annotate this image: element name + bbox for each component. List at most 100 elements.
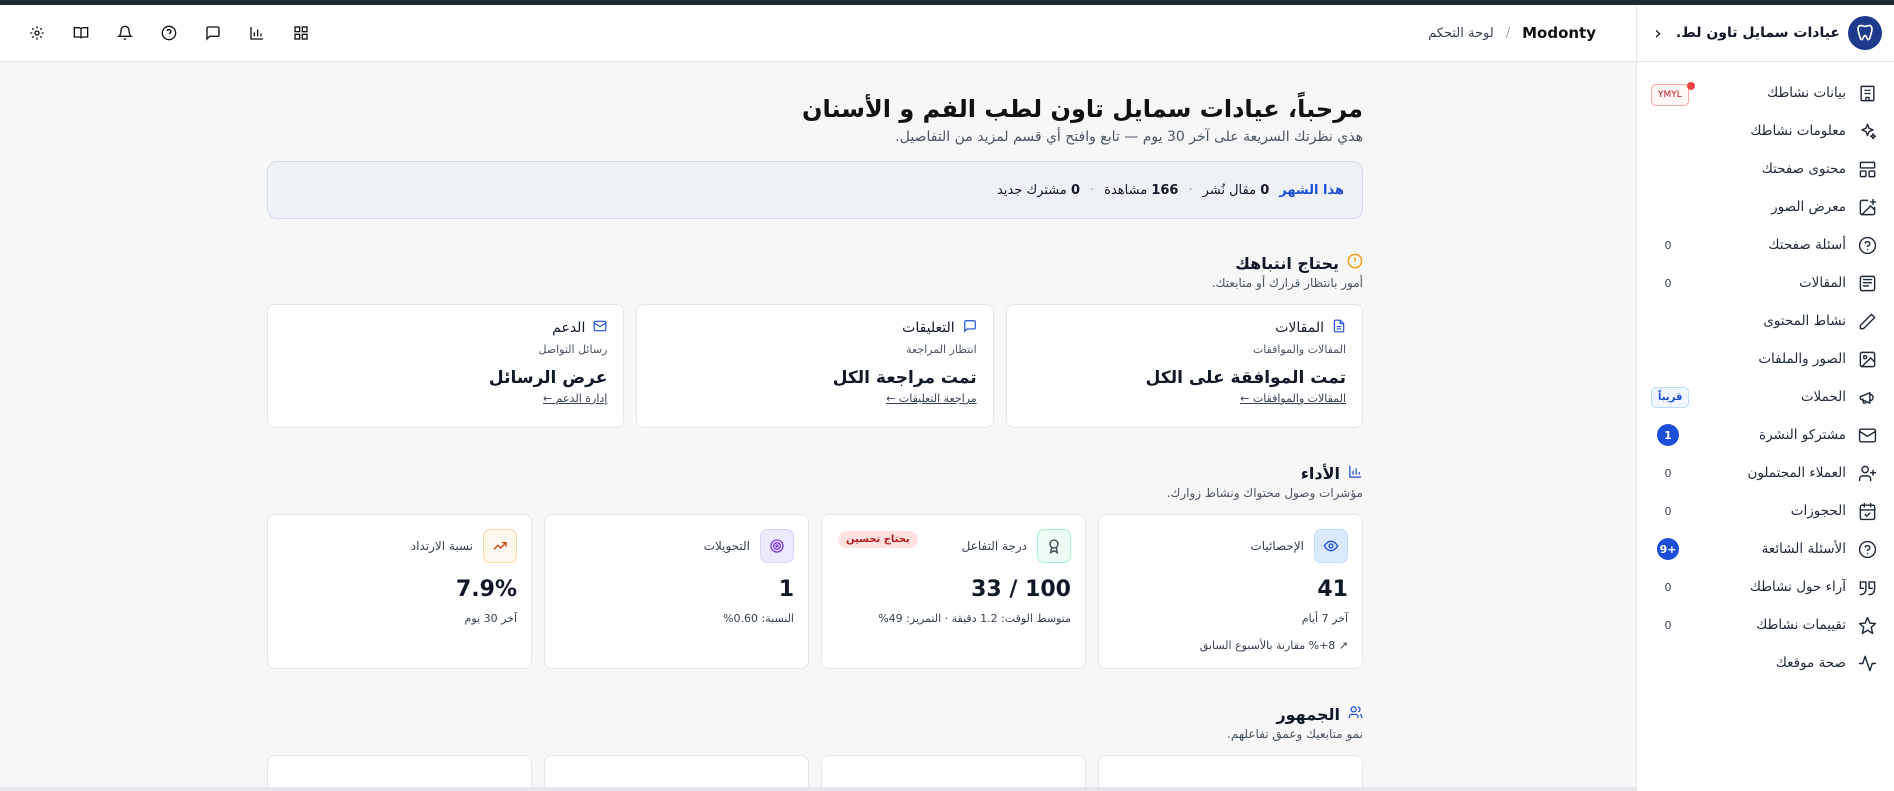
logo-icon [1848,16,1882,50]
card-title: التعليقات [902,320,955,336]
question-circle-icon [1856,234,1878,256]
coming-soon-badge: قريباً [1651,386,1690,408]
sidebar-item-label: تقييمات نشاطك [1756,617,1846,633]
sidebar-item[interactable]: الحجوزات 0 [1637,492,1894,530]
stats-card[interactable]: الإحصائيات 41 آخر 7 أيام ↗ 8+% مقارنة با… [1098,514,1363,669]
card-subtitle: آخر 7 أيام [1301,612,1348,625]
sidebar-item[interactable]: صحة موقعك [1637,644,1894,682]
help-icon[interactable] [158,22,180,44]
count-badge: 0 [1664,504,1672,518]
help-circle-icon [1856,538,1878,560]
bar-chart-icon[interactable] [246,22,268,44]
card-value: 33 / 100 [971,577,1071,602]
sidebar-nav: بيانات نشاطك YMYL معلومات نشاطك محتوى صفحتك… [1637,62,1894,682]
card-value: 1 [778,577,794,602]
breadcrumb-root[interactable]: Modonty [1522,24,1596,42]
sidebar-item-label: معرض الصور [1771,199,1846,215]
card-title: الدعم [552,320,586,336]
sidebar-item[interactable]: آراء حول نشاطك 0 [1637,568,1894,606]
alert-icon [1347,253,1363,273]
attention-subtitle: أمور بانتظار قرارك أو متابعتك. [1211,276,1363,290]
sidebar-item[interactable]: نشاط المحتوى [1637,302,1894,340]
images-icon [1856,348,1878,370]
top-bar: Modonty / لوحة التحكم [0,5,1636,62]
manage-support-link[interactable]: إدارة الدعم ← [543,392,607,405]
settings-icon[interactable] [26,22,48,44]
sidebar: عيادات سمايل تاون لط... ‹ بيانات نشاطك YM… [1636,5,1894,791]
breadcrumb-current: لوحة التحكم [1428,25,1494,41]
users-icon [1348,705,1363,724]
card-subtitle: متوسط الوقت: 1.2 دقيقة · التمرير: 49% [878,612,1071,625]
page-subtitle: هذي نظرتك السريعة على آخر 30 يوم — تابع … [895,129,1363,145]
sidebar-item[interactable]: محتوى صفحتك [1637,150,1894,188]
calendar-icon [1856,500,1878,522]
image-plus-icon [1856,196,1878,218]
card-value: عرض الرسائل [488,368,608,388]
user-plus-icon [1856,462,1878,484]
message-icon[interactable] [202,22,224,44]
bell-icon[interactable] [114,22,136,44]
sidebar-item[interactable]: معلومات نشاطك [1637,112,1894,150]
ymyl-badge-wrap: YMYL [1651,81,1695,106]
sidebar-item[interactable]: العملاء المحتملون 0 [1637,454,1894,492]
breadcrumb: Modonty / لوحة التحكم [1428,24,1596,42]
sidebar-item[interactable]: أسئلة صفحتك 0 [1637,226,1894,264]
eye-icon [1314,529,1348,563]
ymyl-badge: YMYL [1651,83,1689,106]
bounce-rate-card[interactable]: نسبة الارتداد 7.9% آخر 30 يوم [267,514,532,669]
sidebar-item[interactable]: مشتركو النشرة 1 [1637,416,1894,454]
card-subtitle: انتظار المراجعة [906,343,977,356]
sidebar-item[interactable]: بيانات نشاطك YMYL [1637,74,1894,112]
card-title: الإحصائيات [1250,539,1304,553]
sidebar-item-label: الحجوزات [1790,503,1846,519]
count-badge: 0 [1664,238,1672,252]
sidebar-item[interactable]: الصور والملفات [1637,340,1894,378]
sidebar-item[interactable]: الحملات قريباً [1637,378,1894,416]
count-badge: 0 [1664,276,1672,290]
sidebar-item-label: نشاط المحتوى [1763,313,1846,329]
audience-card[interactable] [267,755,532,791]
attention-cards: المقالات المقالات والموافقات تمت الموافق… [267,304,1363,428]
audience-title: الجمهور [1276,705,1340,724]
sidebar-item[interactable]: تقييمات نشاطك 0 [1637,606,1894,644]
engagement-card[interactable]: درجة التفاعل بحتاج تحسين 33 / 100 متوسط … [821,514,1086,669]
collapse-sidebar-button[interactable]: ‹ [1647,23,1669,44]
month-label[interactable]: هذا الشهر [1279,183,1344,198]
audience-header: الجمهور [267,705,1363,724]
building-icon [1856,82,1878,104]
articles-stat: 0 مقال نُشر [1202,182,1270,198]
page-title: مرحباً، عيادات سمايل تاون لطب الفم و الأ… [802,95,1363,123]
audience-card[interactable] [544,755,809,791]
grid-icon[interactable] [290,22,312,44]
sidebar-item-trailing: 0 [1651,272,1687,294]
sidebar-item-label: بيانات نشاطك [1767,85,1846,101]
sidebar-item[interactable]: المقالات 0 [1637,264,1894,302]
month-summary-bar: هذا الشهر 0 مقال نُشر · 166 مشاهدة · 0 م… [267,161,1363,219]
attention-card-articles: المقالات المقالات والموافقات تمت الموافق… [1005,304,1363,428]
sidebar-item-trailing: 0 [1651,234,1687,256]
count-badge: 0 [1664,618,1672,632]
conversions-card[interactable]: التحويلات 1 النسبة: 0.60% [544,514,809,669]
newspaper-icon [1856,272,1878,294]
count-badge: 0 [1664,466,1672,480]
subscribers-stat: 0 مشترك جديد [997,182,1081,198]
sidebar-item-trailing: قريباً [1651,386,1693,408]
sidebar-item-trailing: +9 [1651,538,1687,560]
card-value: تمت الموافقة على الكل [1145,368,1346,388]
sidebar-item-trailing: 1 [1651,424,1687,446]
performance-subtitle: مؤشرات وصول محتواك ونشاط زوارك. [1166,486,1363,500]
card-title: درجة التفاعل [961,539,1027,553]
card-value: تمت مراجعة الكل [832,368,977,388]
book-icon[interactable] [70,22,92,44]
card-subtitle: المقالات والموافقات [1252,343,1346,356]
audience-card[interactable] [821,755,1086,791]
sidebar-item[interactable]: الأسئلة الشائعة +9 [1637,530,1894,568]
sidebar-item[interactable]: معرض الصور [1637,188,1894,226]
sidebar-item-label: مشتركو النشرة [1759,427,1846,443]
attention-header: يحتاج انتباهك [267,253,1363,273]
articles-approvals-link[interactable]: المقالات والموافقات ← [1240,392,1346,405]
card-subtitle: النسبة: 0.60% [723,612,794,625]
sidebar-item-trailing: 0 [1651,462,1687,484]
review-comments-link[interactable]: مراجعة التعليقات ← [886,392,977,405]
audience-card[interactable] [1098,755,1363,791]
